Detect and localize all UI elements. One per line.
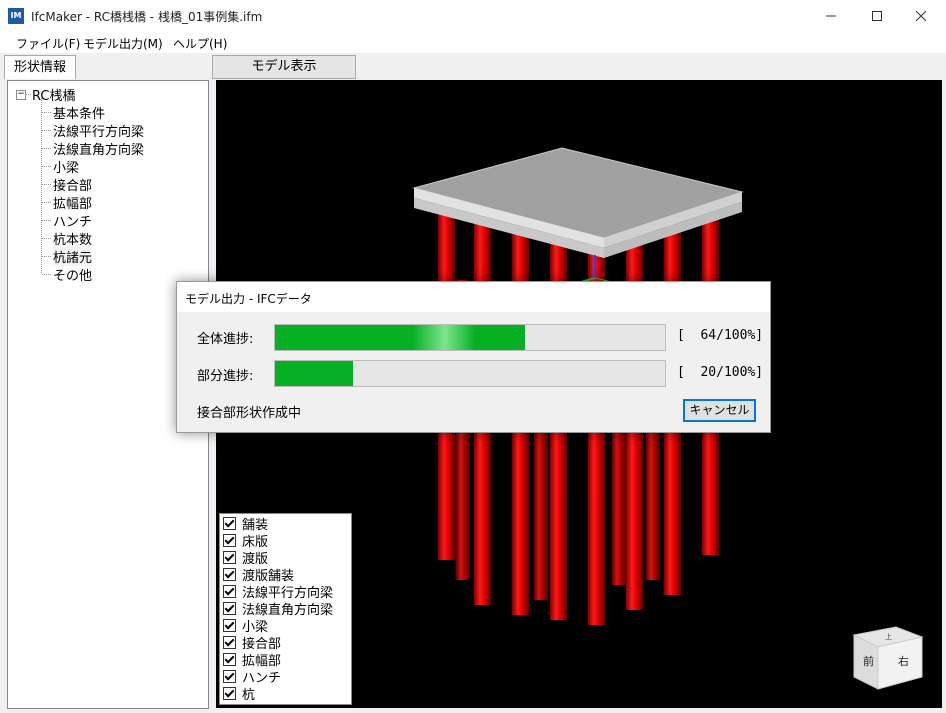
partial-progress-fill [275,361,353,386]
overall-progress-label: 全体進捗: [197,332,254,347]
tree-item-other[interactable]: その他 [53,265,92,284]
overall-progress-fill [275,325,525,350]
menu-help[interactable]: ヘルプ(H) [173,35,227,52]
layer-checkbox-parallel-beam[interactable]: 法線平行方向梁 [223,583,333,601]
menu-model-output[interactable]: モデル出力(M) [83,35,163,52]
layer-checkbox-slab[interactable]: 床版 [223,532,268,550]
partial-progress-percent: [ 20/100%] [677,365,764,380]
layer-checkbox-widening[interactable]: 拡幅部 [223,651,281,669]
checkbox-checked-icon [223,568,236,581]
view-cube-right-label: 右 [898,654,909,668]
tree-root[interactable]: RC桟橋 [32,85,75,104]
layer-checkbox-pavement[interactable]: 舗装 [223,515,268,533]
tree-item-basic-conditions[interactable]: 基本条件 [53,103,105,122]
checkbox-checked-icon [223,653,236,666]
tree-item-perpendicular-beam[interactable]: 法線直角方向梁 [53,139,144,158]
layer-checkbox-perpendicular-beam[interactable]: 法線直角方向梁 [223,600,333,618]
maximize-icon [872,10,882,21]
overall-progress-bar [274,324,666,351]
layer-label: 杭 [242,688,256,703]
tree-item-haunch[interactable]: ハンチ [53,211,92,230]
view-cube[interactable]: 上 前 右 [852,625,924,691]
tab-model-view[interactable]: モデル表示 [212,55,356,79]
layer-checkbox-approach-pavement[interactable]: 渡版舗装 [223,566,294,584]
tree-item-widening[interactable]: 拡幅部 [53,193,92,212]
partial-progress-bar [274,360,666,387]
tree-item-pile-specs[interactable]: 杭諸元 [53,247,93,266]
layer-checkbox-haunch[interactable]: ハンチ [223,668,281,686]
tree-item-small-beam[interactable]: 小梁 [53,157,79,176]
checkbox-checked-icon [223,534,236,547]
partial-progress-label: 部分進捗: [197,369,254,384]
menu-file[interactable]: ファイル(F) [16,35,80,52]
minimize-button[interactable] [808,0,854,31]
overall-progress-percent: [ 64/100%] [677,328,764,343]
tree-collapse-toggle[interactable]: − [16,90,26,100]
layer-checkbox-approach-slab[interactable]: 渡版 [223,549,268,567]
layer-checkbox-joint[interactable]: 接合部 [223,634,281,652]
view-cube-front-label: 前 [863,654,874,668]
checkbox-checked-icon [223,670,236,683]
maximize-button[interactable] [854,0,900,31]
checkbox-checked-icon [223,619,236,632]
app-icon: IM [8,8,24,24]
tree-item-joint[interactable]: 接合部 [53,175,92,194]
tab-shape-info[interactable]: 形状情報 [4,55,76,79]
layer-checkbox-pile[interactable]: 杭 [223,685,256,703]
cancel-button[interactable]: キャンセル [683,399,756,422]
minimize-icon [826,15,836,16]
checkbox-checked-icon [223,687,236,700]
checkbox-checked-icon [223,585,236,598]
tree-item-pile-count[interactable]: 杭本数 [53,229,92,248]
progress-dialog: モデル出力 - IFCデータ 全体進捗: [ 64/100%] 部分進捗: [ … [176,281,771,433]
tree-item-parallel-beam[interactable]: 法線平行方向梁 [53,121,144,140]
checkbox-checked-icon [223,602,236,615]
view-cube-top-label: 上 [885,632,892,641]
layer-checkbox-small-beam[interactable]: 小梁 [223,617,268,635]
status-text: 接合部形状作成中 [197,406,302,421]
close-button[interactable] [898,0,944,31]
close-icon [916,10,926,21]
layer-visibility-list: 舗装 床版 渡版 渡版舗装 法線平行方向梁 法線直角方向梁 小梁 接合部 拡幅部… [219,513,352,705]
deck-slab [412,147,744,258]
checkbox-checked-icon [223,551,236,564]
window-title: IfcMaker - RC橋桟橋 - 桟橋_01事例集.ifm [31,10,263,24]
checkbox-checked-icon [223,517,236,530]
checkbox-checked-icon [223,636,236,649]
dialog-title: モデル出力 - IFCデータ [185,292,312,306]
